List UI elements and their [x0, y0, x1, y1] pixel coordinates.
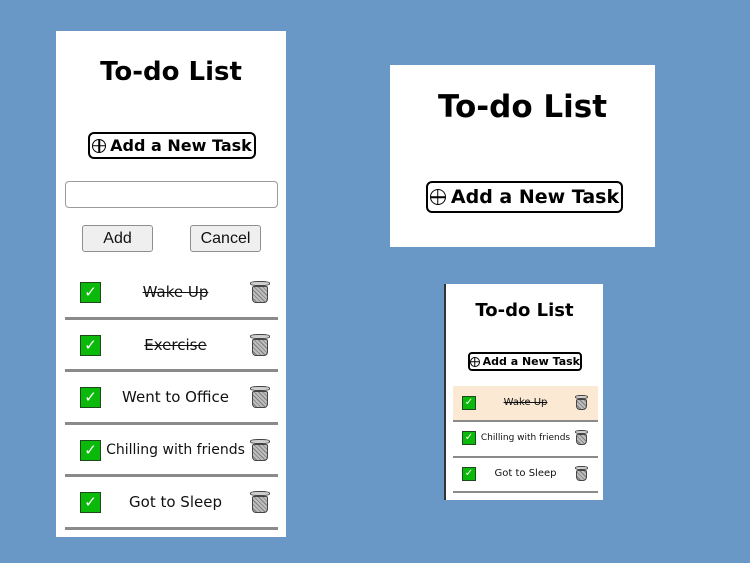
page-title: To-do List	[475, 300, 574, 321]
trash-icon[interactable]	[575, 466, 588, 481]
add-new-task-label: Add a New Task	[450, 186, 620, 208]
divider	[65, 474, 278, 477]
add-new-task-button[interactable]: Add a New Task	[468, 352, 582, 371]
trash-icon[interactable]	[250, 281, 270, 303]
divider	[65, 317, 278, 320]
checkmark-icon[interactable]: ✓	[80, 281, 101, 303]
trash-icon[interactable]	[250, 386, 270, 408]
task-label: Got to Sleep	[494, 468, 557, 479]
task-label: Wake Up	[503, 397, 548, 408]
task-label: Went to Office	[122, 388, 229, 406]
task-label: Got to Sleep	[129, 493, 222, 511]
list-item: ✓ Wake Up	[80, 280, 270, 304]
circle-plus-icon	[92, 138, 107, 153]
list-item: ✓ Chilling with friends	[80, 438, 270, 462]
circle-plus-icon	[470, 356, 480, 367]
task-label: Chilling with friends	[106, 442, 245, 458]
list-item: ✓ Got to Sleep	[80, 490, 270, 514]
divider	[453, 456, 598, 458]
checkmark-icon[interactable]: ✓	[80, 439, 101, 461]
list-item: ✓ Wake Up	[462, 394, 588, 411]
checkmark-icon[interactable]: ✓	[462, 466, 476, 481]
circle-plus-icon	[429, 189, 446, 205]
page-title: To-do List	[100, 57, 242, 87]
page-title: To-do List	[437, 89, 608, 125]
divider	[65, 422, 278, 425]
add-new-task-label: Add a New Task	[110, 136, 252, 155]
task-label: Exercise	[144, 336, 207, 354]
todo-panel-full: To-do List Add a New Task Add Cancel ✓ W…	[56, 31, 286, 537]
todo-panel-small: To-do List Add a New Task ✓ Wake Up ✓ Ch…	[444, 284, 603, 500]
trash-icon[interactable]	[250, 439, 270, 461]
todo-panel-empty: To-do List Add a New Task	[390, 65, 655, 247]
trash-icon[interactable]	[250, 491, 270, 513]
list-item: ✓ Went to Office	[80, 385, 270, 409]
add-new-task-label: Add a New Task	[482, 355, 580, 368]
checkmark-icon[interactable]: ✓	[80, 491, 101, 513]
add-new-task-button[interactable]: Add a New Task	[88, 132, 256, 159]
checkmark-icon[interactable]: ✓	[462, 395, 476, 410]
add-new-task-button[interactable]: Add a New Task	[426, 181, 623, 213]
list-item: ✓ Got to Sleep	[462, 465, 588, 482]
list-item: ✓ Exercise	[80, 333, 270, 357]
divider	[65, 369, 278, 372]
trash-icon[interactable]	[575, 430, 588, 445]
new-task-input[interactable]	[65, 181, 278, 208]
cancel-button[interactable]: Cancel	[190, 225, 261, 252]
checkmark-icon[interactable]: ✓	[462, 430, 476, 445]
trash-icon[interactable]	[575, 395, 588, 410]
divider	[453, 420, 598, 422]
divider	[65, 527, 278, 530]
checkmark-icon[interactable]: ✓	[80, 386, 101, 408]
add-button[interactable]: Add	[82, 225, 153, 252]
trash-icon[interactable]	[250, 334, 270, 356]
divider	[453, 491, 598, 493]
task-label: Chilling with friends	[480, 432, 571, 443]
task-label: Wake Up	[142, 283, 209, 301]
checkmark-icon[interactable]: ✓	[80, 334, 101, 356]
list-item: ✓ Chilling with friends	[462, 429, 588, 446]
